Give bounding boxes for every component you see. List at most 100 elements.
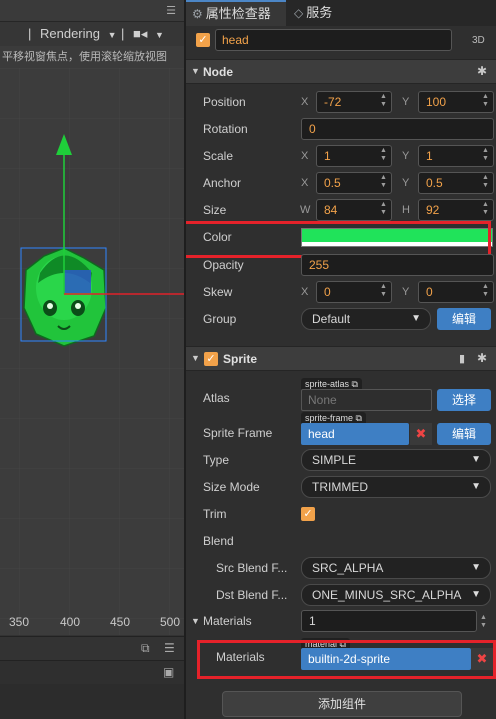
scale-label: Scale <box>203 149 234 163</box>
rendering-dropdown[interactable]: Rendering ▼ <box>40 26 117 41</box>
spinner-icon[interactable]: ▲ ▼ <box>480 93 491 111</box>
anchor-y-input[interactable]: 0.5 ▲ ▼ <box>418 172 494 194</box>
scene-canvas[interactable] <box>0 68 184 635</box>
spinner-icon[interactable]: ▲ ▼ <box>480 201 491 219</box>
atlas-row: sprite-atlas ⧉ Atlas None 选择 <box>186 378 496 414</box>
y-axis-label: Y <box>402 177 410 189</box>
spinner-icon[interactable]: ▲ ▼ <box>480 283 491 301</box>
camera-dropdown[interactable]: ■◂ ▼ <box>133 26 164 42</box>
cloud-icon: ◇ <box>294 6 304 20</box>
group-row: Group Default ▼ 编辑 <box>186 306 496 333</box>
y-axis-label: Y <box>402 286 410 298</box>
dropdown-icon[interactable]: ▣ <box>163 665 174 679</box>
popout-icon[interactable]: ⧉ <box>141 641 150 656</box>
size-w-input[interactable]: 84 ▲ ▼ <box>316 199 392 221</box>
sprite-frame-label: Sprite Frame <box>203 426 273 440</box>
collapse-triangle-icon[interactable]: ▼ <box>191 616 200 626</box>
toolbar-separator: | <box>121 26 125 41</box>
tab-inspector[interactable]: ⚙ 属性检查器 <box>186 0 286 26</box>
atlas-asset-field[interactable]: None <box>301 389 432 411</box>
sprite-frame-asset-field[interactable]: head <box>301 423 409 445</box>
x-axis-label: X <box>301 177 309 189</box>
sprite-section-header[interactable]: ▼ ✓ Sprite ▮ ✱ <box>186 346 496 371</box>
dst-blend-row: Dst Blend F... ONE_MINUS_SRC_ALPHA ▼ <box>186 582 496 609</box>
size-w-value: 84 <box>324 203 338 217</box>
dst-blend-label: Dst Blend F... <box>216 588 288 602</box>
spinner-icon[interactable]: ▲ ▼ <box>378 283 389 301</box>
size-mode-value: TRIMMED <box>312 480 368 494</box>
spinner-icon[interactable]: ▲ ▼ <box>378 147 389 165</box>
group-select[interactable]: Default ▼ <box>301 308 431 330</box>
type-select[interactable]: SIMPLE ▼ <box>301 449 491 471</box>
clear-icon[interactable]: ✖ <box>410 423 432 445</box>
atlas-select-button[interactable]: 选择 <box>437 389 491 411</box>
gear-icon[interactable]: ✱ <box>477 351 487 365</box>
chevron-down-icon: ▼ <box>107 30 117 40</box>
node-section-header[interactable]: ▼ Node ✱ <box>186 59 496 84</box>
chevron-down-icon: ▼ <box>471 562 481 573</box>
skew-label: Skew <box>203 285 233 299</box>
blend-row: Blend <box>186 528 496 555</box>
sprite-frame-edit-button[interactable]: 编辑 <box>437 423 491 445</box>
materials-count-input[interactable]: 1 <box>301 610 477 632</box>
position-y-value: 100 <box>426 95 447 109</box>
scene-tabbar: ☰ <box>0 0 184 22</box>
skew-x-input[interactable]: 0 ▲ ▼ <box>316 281 392 303</box>
src-blend-select[interactable]: SRC_ALPHA ▼ <box>301 557 491 579</box>
book-icon[interactable]: ▮ <box>459 352 465 365</box>
skew-y-input[interactable]: 0 ▲ ▼ <box>418 281 494 303</box>
skew-y-value: 0 <box>426 285 433 299</box>
size-mode-select[interactable]: TRIMMED ▼ <box>301 476 491 498</box>
bottom-panel-toolbar: ▣ <box>0 660 184 684</box>
tab-services[interactable]: ◇ 服务 <box>288 0 358 26</box>
anchor-y-value: 0.5 <box>426 176 443 190</box>
opacity-label: Opacity <box>203 258 244 272</box>
atlas-tag-text: sprite-atlas <box>305 379 350 389</box>
node-name-input[interactable]: head <box>215 29 452 51</box>
src-blend-value: SRC_ALPHA <box>312 561 384 575</box>
scene-hint: 平移视窗焦点，使用滚轮缩放视图 <box>0 46 184 68</box>
sprite-frame-row: sprite-frame ⧉ Sprite Frame head ✖ 编辑 <box>186 412 496 448</box>
ruler-tick: 400 <box>60 615 81 629</box>
scale-x-value: 1 <box>324 149 331 163</box>
scene-viewport[interactable] <box>0 68 184 635</box>
materials-count-row: ▼ Materials 1 ▲ ▼ <box>186 608 496 635</box>
menu-icon[interactable]: ☰ <box>164 641 175 655</box>
spinner-icon[interactable]: ▲ ▼ <box>378 93 389 111</box>
dst-blend-select[interactable]: ONE_MINUS_SRC_ALPHA ▼ <box>301 584 491 606</box>
mode-3d-toggle[interactable]: 3D <box>472 35 485 46</box>
node-active-checkbox[interactable]: ✓ <box>196 33 210 47</box>
gear-icon[interactable]: ✱ <box>477 64 487 78</box>
position-y-input[interactable]: 100 ▲ ▼ <box>418 91 494 113</box>
size-h-input[interactable]: 92 ▲ ▼ <box>418 199 494 221</box>
spinner-icon[interactable]: ▲ ▼ <box>378 174 389 192</box>
spinner-icon[interactable]: ▲ ▼ <box>480 174 491 192</box>
sprite-enabled-checkbox[interactable]: ✓ <box>204 352 218 366</box>
ruler-tick: 500 <box>160 615 181 629</box>
spinner-icon[interactable]: ▲ ▼ <box>378 201 389 219</box>
group-value: Default <box>312 312 351 326</box>
collapse-triangle-icon: ▼ <box>191 66 200 76</box>
anchor-x-value: 0.5 <box>324 176 341 190</box>
scene-toolbar: | Rendering ▼ | ■◂ ▼ <box>0 22 184 46</box>
spinner-icon[interactable]: ▲ ▼ <box>480 147 491 165</box>
group-edit-button[interactable]: 编辑 <box>437 308 491 330</box>
blend-label: Blend <box>203 534 234 548</box>
chevron-down-icon: ▼ <box>155 30 164 40</box>
rotation-input[interactable]: 0 <box>301 118 494 140</box>
materials-highlight-box <box>197 640 496 679</box>
sprite-section-title: Sprite <box>223 352 258 366</box>
anchor-x-input[interactable]: 0.5 ▲ ▼ <box>316 172 392 194</box>
node-header: ✓ head 3D <box>186 27 496 54</box>
panel-menu-icon[interactable]: ☰ <box>166 4 176 17</box>
type-value: SIMPLE <box>312 453 357 467</box>
add-component-button[interactable]: 添加组件 <box>222 691 462 717</box>
scale-x-input[interactable]: 1 ▲ ▼ <box>316 145 392 167</box>
scale-y-input[interactable]: 1 ▲ ▼ <box>418 145 494 167</box>
inspector-tabbar: ⚙ 属性检查器 ◇ 服务 <box>186 0 496 26</box>
y-axis-label: Y <box>402 150 410 162</box>
trim-checkbox[interactable]: ✓ <box>301 507 315 521</box>
position-x-input[interactable]: -72 ▲ ▼ <box>316 91 392 113</box>
spinner-icon[interactable]: ▲ ▼ <box>480 614 487 630</box>
opacity-input[interactable]: 255 <box>301 254 494 276</box>
